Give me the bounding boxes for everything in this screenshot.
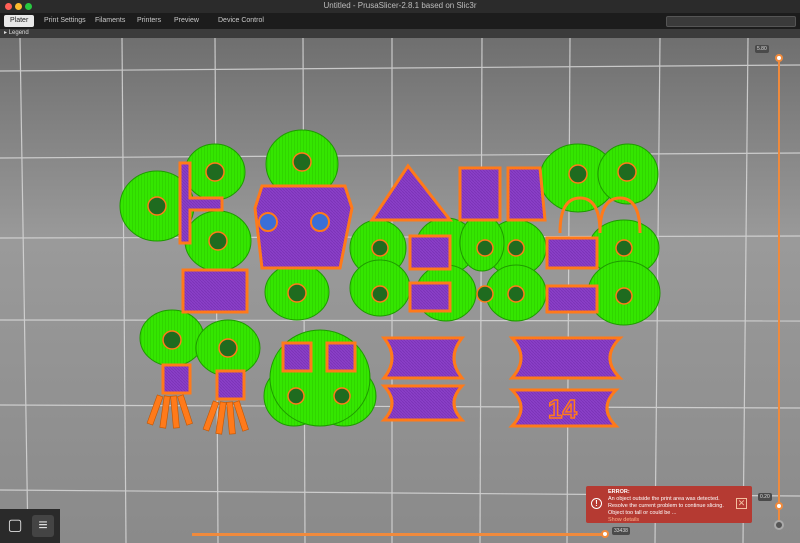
layer-slider-settings-icon[interactable] bbox=[774, 520, 784, 530]
move-slider-handle[interactable] bbox=[601, 530, 609, 538]
layer-slider[interactable] bbox=[776, 58, 781, 524]
close-icon[interactable]: ✕ bbox=[736, 498, 747, 509]
error-icon: ! bbox=[591, 498, 602, 509]
legend-label: Legend bbox=[8, 30, 29, 36]
legend-bar[interactable]: ▸ Legend bbox=[0, 29, 800, 38]
tab-plater[interactable]: Plater bbox=[4, 15, 35, 27]
gcode-preview[interactable]: 14 bbox=[0, 38, 800, 543]
search-input[interactable] bbox=[666, 16, 796, 27]
error-line-1: An object outside the print area was det… bbox=[608, 496, 720, 502]
layer-slider-top-handle[interactable] bbox=[775, 54, 783, 62]
error-notification: ! ERROR: An object outside the print are… bbox=[586, 486, 752, 523]
error-line-3: Object too tall or could be ... bbox=[608, 510, 677, 516]
tab-print-settings[interactable]: Print Settings bbox=[38, 15, 92, 27]
window-title: Untitled - PrusaSlicer-2.8.1 based on Sl… bbox=[323, 1, 477, 10]
move-slider-value: 33438 bbox=[612, 527, 630, 535]
tab-device-control[interactable]: Device Control bbox=[212, 15, 270, 27]
layers-view-icon[interactable]: ≡ bbox=[32, 515, 54, 537]
3d-viewport[interactable]: 14 bbox=[0, 38, 800, 543]
move-slider[interactable] bbox=[192, 533, 604, 536]
error-title: ERROR: bbox=[608, 489, 630, 495]
error-line-2: Resolve the current problem to continue … bbox=[608, 503, 724, 509]
layer-slider-top-value: 5.80 bbox=[755, 45, 769, 53]
layer-slider-bottom-value: 0.20 bbox=[758, 493, 772, 501]
tab-preview[interactable]: Preview bbox=[168, 15, 205, 27]
error-details-link[interactable]: Show details bbox=[608, 517, 728, 524]
layer-slider-track bbox=[778, 58, 780, 524]
view-toolbar: ▢ ≡ bbox=[0, 509, 60, 543]
3d-view-icon[interactable]: ▢ bbox=[4, 515, 26, 537]
layer-slider-bottom-handle[interactable] bbox=[775, 502, 783, 510]
tab-printers[interactable]: Printers bbox=[131, 15, 167, 27]
tab-filaments[interactable]: Filaments bbox=[89, 15, 131, 27]
tab-bar: Plater Print Settings Filaments Printers… bbox=[0, 13, 800, 29]
title-bar: Untitled - PrusaSlicer-2.8.1 based on Sl… bbox=[0, 0, 800, 13]
legend-toggle[interactable]: ▸ Legend bbox=[4, 29, 29, 38]
part-label: 14 bbox=[548, 394, 577, 424]
